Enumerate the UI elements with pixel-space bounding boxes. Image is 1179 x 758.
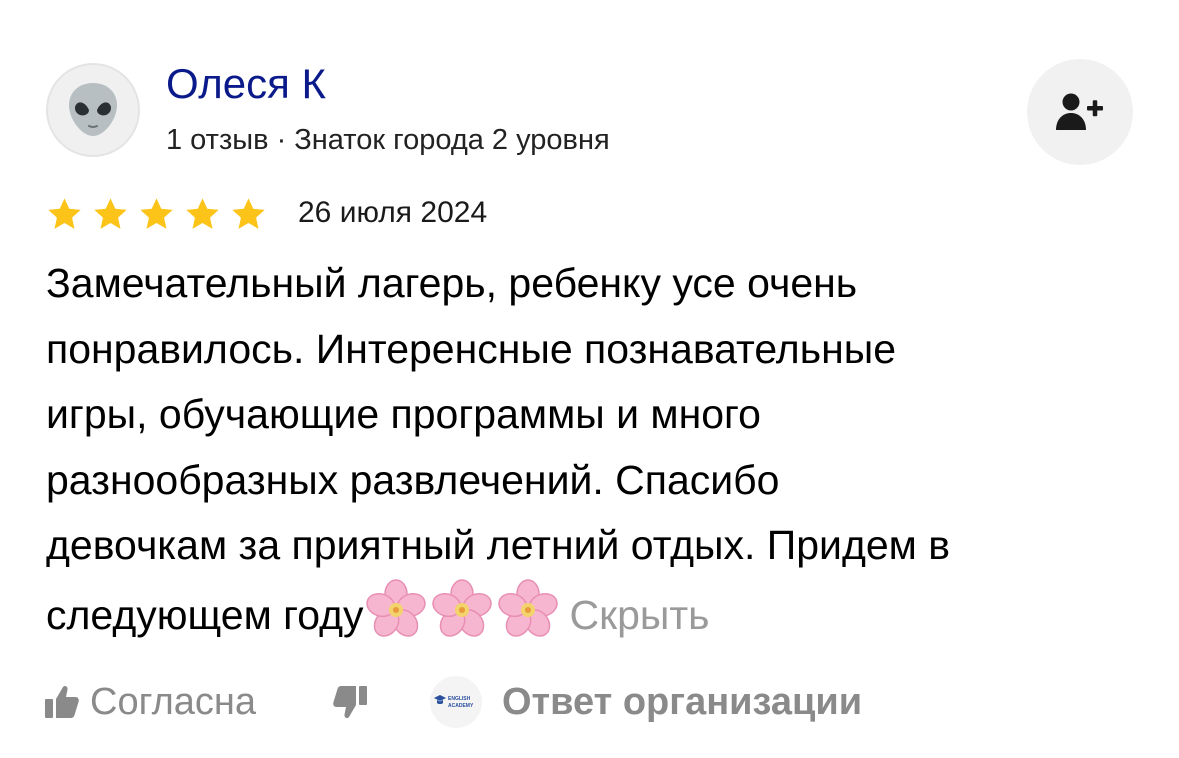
review-line: Замечательный лагерь, ребенку усе очень — [46, 260, 858, 306]
star-icon — [186, 198, 219, 229]
alien-icon — [69, 83, 117, 136]
user-plus-icon — [1056, 93, 1103, 130]
author-meta: 1 отзыв · Знаток города 2 уровня — [166, 124, 610, 156]
org-logo: ENGLISH ACADEMY — [430, 676, 482, 728]
org-logo-line-1: ENGLISH — [448, 696, 471, 702]
thumbs-down-icon — [333, 686, 367, 719]
review-date: 26 июля 2024 — [298, 196, 488, 229]
subscribe-button[interactable] — [1027, 59, 1133, 165]
star-icon — [48, 198, 81, 229]
org-reply-button[interactable]: ENGLISH ACADEMY Ответ организации — [430, 670, 862, 734]
avatar[interactable] — [46, 63, 140, 157]
rating-stars — [46, 196, 267, 233]
like-button[interactable]: Согласна — [44, 670, 256, 734]
thumbs-up-icon — [45, 685, 79, 718]
review-actions: Согласна ENGLISH ACADEMY Ответ организац… — [44, 670, 1144, 734]
review-text: Замечательный лагерь, ребенку усе очень … — [46, 251, 1146, 644]
review-line: понравилось. Интеренсные познавательные — [46, 325, 897, 372]
dislike-button[interactable] — [326, 678, 374, 726]
cherry-blossom-icon — [431, 578, 492, 637]
org-logo-line-2: ACADEMY — [448, 703, 474, 709]
graduation-cap-icon: ENGLISH ACADEMY — [434, 695, 474, 709]
review-line: разнообразных развлечений. Спасибо — [46, 456, 780, 503]
star-icon — [94, 198, 127, 229]
cherry-blossom-icon — [365, 578, 426, 637]
like-label: Согласна — [90, 680, 257, 723]
hide-link[interactable]: Скрыть — [570, 592, 710, 638]
review-line: девочкам за приятный летний отдых. Приде… — [46, 522, 951, 568]
star-icon — [140, 198, 173, 229]
cherry-blossom-icon — [497, 578, 558, 637]
star-icon — [232, 198, 265, 229]
review-line: следующем году — [46, 591, 364, 638]
review-line: игры, обучающие программы и много — [46, 391, 761, 437]
emoji-group — [365, 578, 558, 639]
author-name[interactable]: Олеся К — [166, 60, 326, 108]
review-last-line: следующем году Скрыть — [46, 578, 1146, 645]
org-reply-label: Ответ организации — [502, 680, 863, 723]
